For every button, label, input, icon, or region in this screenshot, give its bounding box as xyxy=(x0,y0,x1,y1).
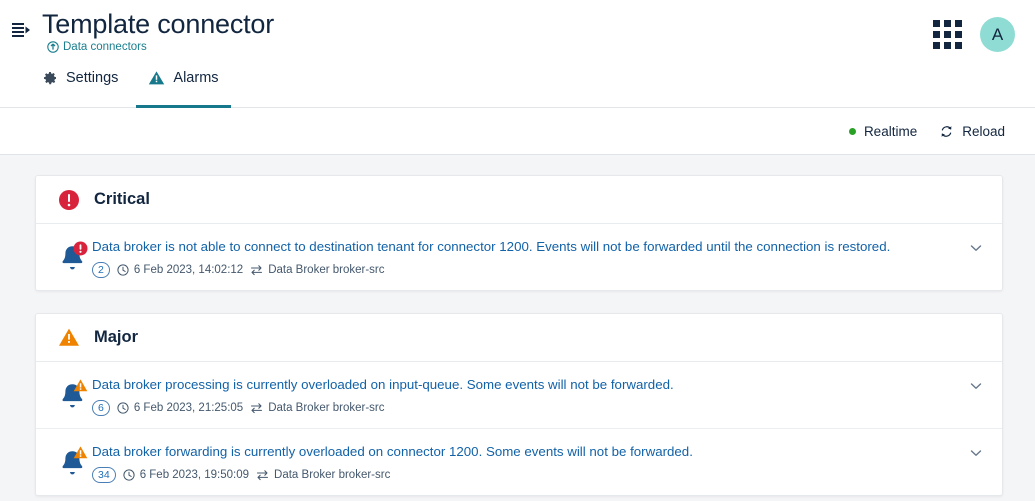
status-dot-icon xyxy=(848,127,856,135)
section-title-major: Major xyxy=(94,328,139,346)
alarm-meta: 34 6 Feb 2023, 19:50:09 Data Broker brok… xyxy=(92,467,942,483)
error-circle-icon xyxy=(58,189,80,211)
reload-label: Reload xyxy=(962,123,1005,139)
alarm-timestamp: 6 Feb 2023, 19:50:09 xyxy=(123,469,249,481)
alarm-message: Data broker forwarding is currently over… xyxy=(92,444,693,459)
warning-triangle-icon xyxy=(148,70,165,86)
alarm-timestamp: 6 Feb 2023, 14:02:12 xyxy=(117,264,243,276)
grid-cell xyxy=(933,31,940,38)
tab-settings[interactable]: Settings xyxy=(30,62,130,108)
warning-triangle-icon xyxy=(58,327,80,348)
realtime-toggle[interactable]: Realtime xyxy=(848,123,918,139)
section-header-critical: Critical xyxy=(36,176,1002,224)
refresh-icon xyxy=(939,124,954,139)
alarm-section-major: Major Data broker processing is currentl… xyxy=(35,313,1003,496)
sidebar-toggle-button[interactable] xyxy=(8,17,34,43)
realtime-label: Realtime xyxy=(863,123,918,139)
alarm-body: Data broker processing is currently over… xyxy=(92,376,982,416)
bell-warning-icon xyxy=(56,378,92,412)
alarm-source: Data Broker broker-src xyxy=(256,469,390,481)
avatar[interactable]: A xyxy=(980,17,1015,52)
alarm-source: Data Broker broker-src xyxy=(250,402,385,414)
upload-circle-icon xyxy=(47,41,59,53)
alarm-count-badge: 2 xyxy=(92,262,110,278)
transfer-icon xyxy=(256,469,269,481)
grid-cell xyxy=(944,31,951,38)
page-title: Template connector xyxy=(42,9,275,39)
app-root: Template connector Data connectors A Set… xyxy=(0,0,1035,501)
grid-cell xyxy=(933,42,940,49)
grid-cell xyxy=(944,42,951,49)
alarm-source: Data Broker broker-src xyxy=(250,264,385,276)
tab-settings-label: Settings xyxy=(66,69,119,86)
tab-alarms[interactable]: Alarms xyxy=(136,62,231,108)
breadcrumb[interactable]: Data connectors xyxy=(47,41,933,53)
alarm-count-badge: 34 xyxy=(92,467,116,483)
header-title-block: Template connector Data connectors xyxy=(42,8,933,53)
gear-icon xyxy=(42,70,58,86)
bell-alert-icon xyxy=(56,240,92,274)
chevron-down-icon[interactable] xyxy=(968,378,984,394)
alarm-section-critical: Critical Data broker is not able to conn… xyxy=(35,175,1003,291)
section-title-critical: Critical xyxy=(94,190,150,208)
alarm-row[interactable]: Data broker forwarding is currently over… xyxy=(36,429,1002,495)
grid-apps-icon[interactable] xyxy=(933,20,962,49)
breadcrumb-label: Data connectors xyxy=(63,41,147,53)
list-collapse-icon xyxy=(11,21,31,39)
transfer-icon xyxy=(250,402,263,414)
alarm-source-text: Data Broker broker-src xyxy=(268,402,385,414)
alarm-body: Data broker forwarding is currently over… xyxy=(92,443,982,483)
alarm-row[interactable]: Data broker is not able to connect to de… xyxy=(36,224,1002,290)
clock-icon xyxy=(117,402,129,414)
chevron-down-icon[interactable] xyxy=(968,445,984,461)
alarm-message: Data broker processing is currently over… xyxy=(92,377,674,392)
alarm-message: Data broker is not able to connect to de… xyxy=(92,239,891,254)
tab-bar: Settings Alarms xyxy=(0,61,1035,108)
alarm-timestamp-text: 6 Feb 2023, 14:02:12 xyxy=(133,264,244,276)
alarms-toolbar: Realtime Reload xyxy=(0,108,1035,155)
alarm-timestamp-text: 6 Feb 2023, 21:25:05 xyxy=(133,402,244,414)
alarm-source-text: Data Broker broker-src xyxy=(268,264,385,276)
reload-button[interactable]: Reload xyxy=(939,124,1005,139)
alarm-bell-major xyxy=(56,443,92,479)
page-header: Template connector Data connectors A xyxy=(0,0,1035,61)
grid-cell xyxy=(955,42,962,49)
alarm-body: Data broker is not able to connect to de… xyxy=(92,238,982,278)
alarm-timestamp: 6 Feb 2023, 21:25:05 xyxy=(117,402,243,414)
alarms-content: Critical Data broker is not able to conn… xyxy=(0,155,1035,496)
alarm-meta: 2 6 Feb 2023, 14:02:12 Data Broker broke… xyxy=(92,262,942,278)
grid-cell xyxy=(933,20,940,27)
alarm-source-text: Data Broker broker-src xyxy=(274,469,391,481)
grid-cell xyxy=(955,20,962,27)
avatar-initial: A xyxy=(991,24,1004,44)
alarm-timestamp-text: 6 Feb 2023, 19:50:09 xyxy=(139,469,250,481)
alarm-bell-major xyxy=(56,376,92,412)
grid-cell xyxy=(955,31,962,38)
alarm-meta: 6 6 Feb 2023, 21:25:05 Data Broker broke… xyxy=(92,400,942,416)
clock-icon xyxy=(117,264,129,276)
bell-warning-icon xyxy=(56,445,92,479)
transfer-icon xyxy=(250,264,263,276)
header-actions: A xyxy=(933,17,1015,52)
alarm-row[interactable]: Data broker processing is currently over… xyxy=(36,362,1002,429)
chevron-down-icon[interactable] xyxy=(968,240,984,256)
section-header-major: Major xyxy=(36,314,1002,362)
alarm-bell-critical xyxy=(56,238,92,274)
clock-icon xyxy=(123,469,135,481)
tab-alarms-label: Alarms xyxy=(173,69,219,86)
grid-cell xyxy=(944,20,951,27)
alarm-count-badge: 6 xyxy=(92,400,110,416)
